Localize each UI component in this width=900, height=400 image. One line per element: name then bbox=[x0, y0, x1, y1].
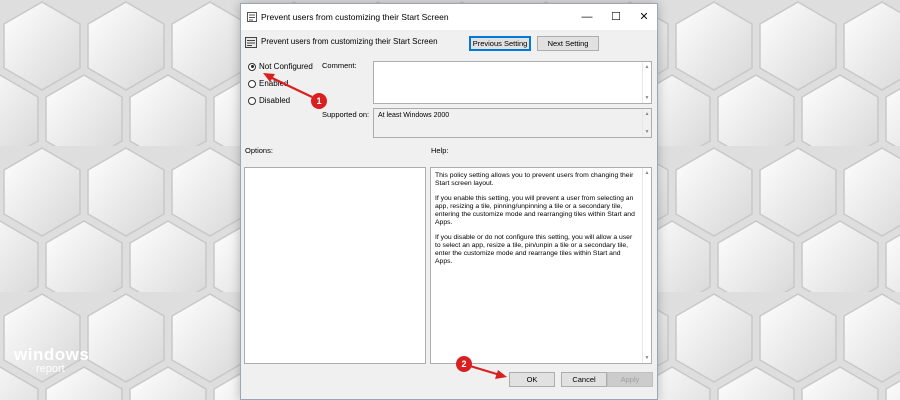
windows-report-logo: windows report bbox=[14, 346, 89, 375]
logo-line-2: report bbox=[36, 363, 65, 375]
annotation-arrows bbox=[263, 73, 507, 379]
logo-line-1: windows bbox=[14, 345, 90, 364]
arrow-2-icon bbox=[469, 364, 501, 377]
arrow-2-head-icon bbox=[495, 370, 507, 379]
annotation-marker-1: 1 bbox=[311, 93, 327, 109]
annotation-marker-2: 2 bbox=[456, 356, 472, 372]
arrow-1-icon bbox=[269, 76, 313, 98]
